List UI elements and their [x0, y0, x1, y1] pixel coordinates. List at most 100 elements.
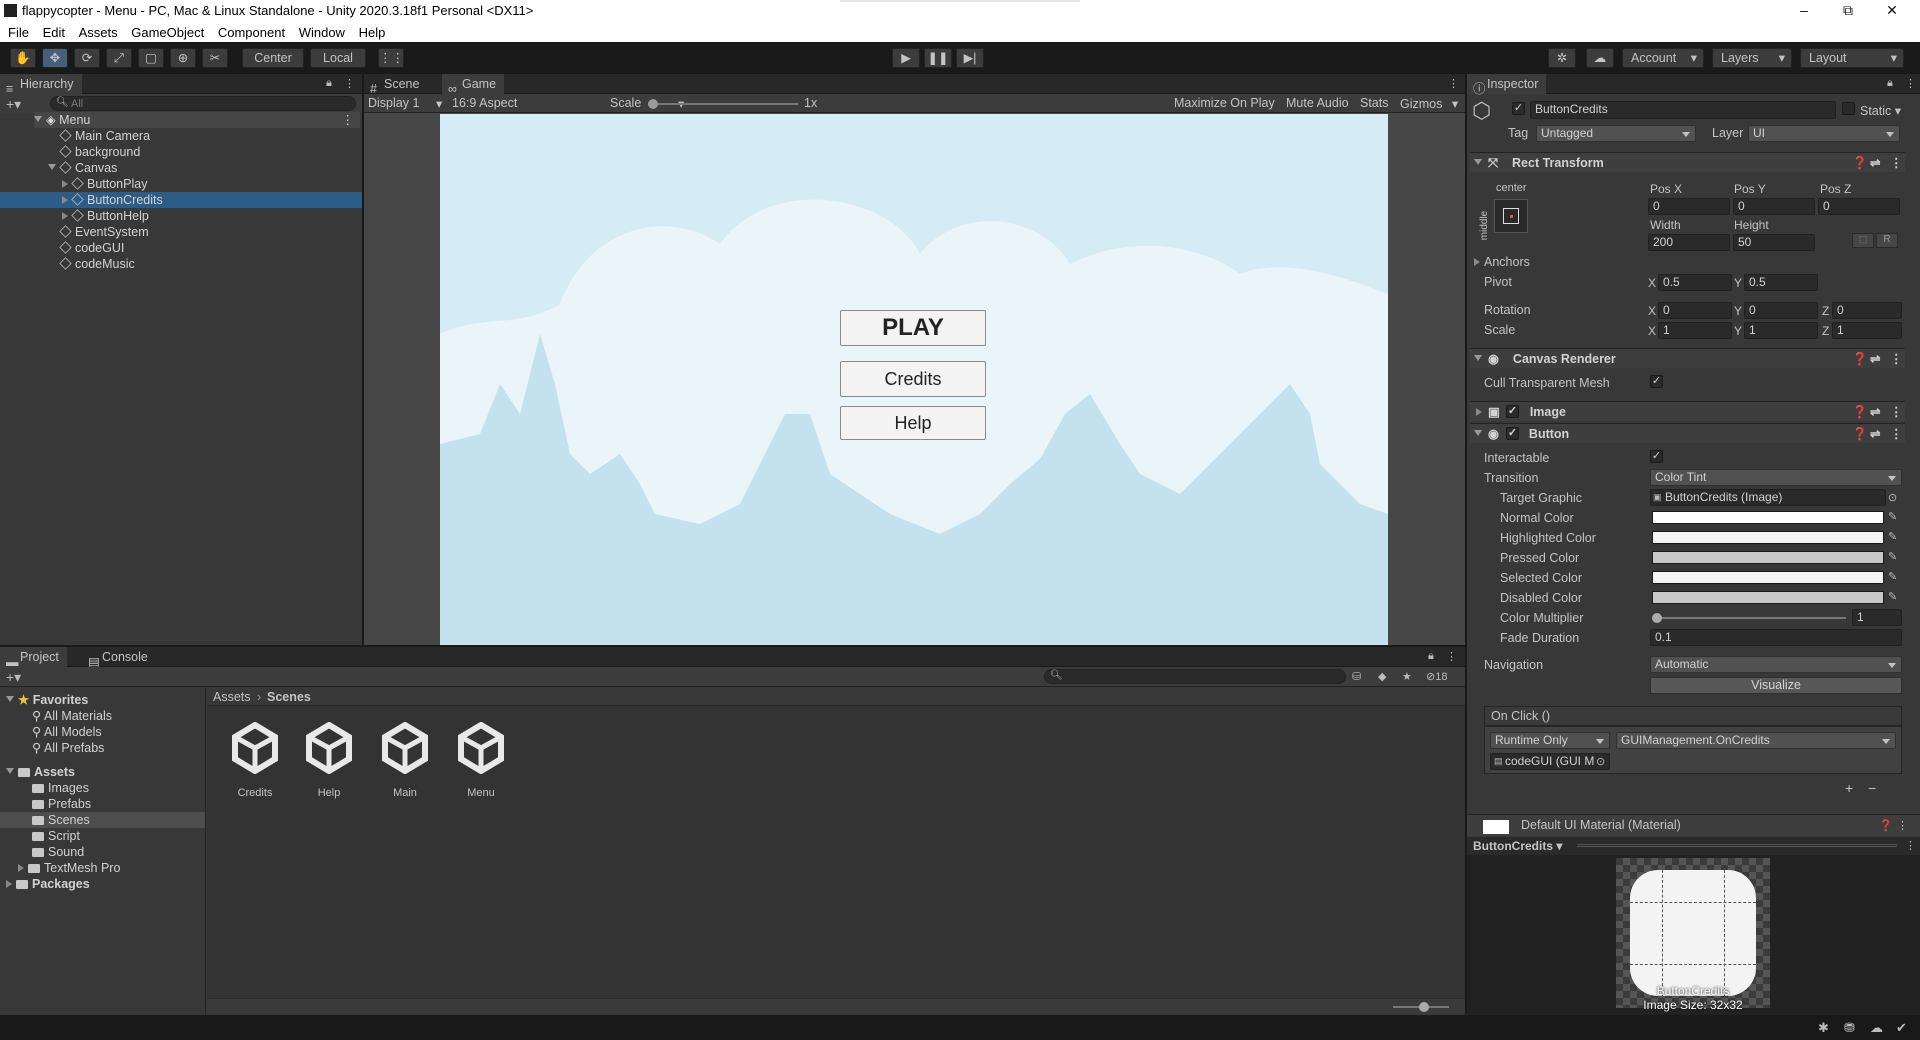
transform-tool-icon[interactable]: ⊕ [170, 48, 196, 68]
scene-asset[interactable]: Menu [450, 721, 512, 799]
hierarchy-scene-row[interactable]: ◈ Menu ⋮ [34, 112, 360, 128]
function-dropdown[interactable]: GUIManagement.OnCredits [1616, 732, 1896, 749]
kebab-menu-icon[interactable]: ⋮ [1890, 349, 1903, 369]
interactable-checkbox[interactable]: ✓ [1650, 450, 1663, 463]
eyedropper-icon[interactable]: ✎ [1888, 550, 1897, 563]
eyedropper-icon[interactable]: ✎ [1888, 530, 1897, 543]
help-icon[interactable]: ❓ [1852, 402, 1868, 422]
hierarchy-item[interactable]: background [59, 144, 140, 160]
menu-gameobject[interactable]: GameObject [123, 22, 204, 40]
multiplier-slider-knob[interactable] [1652, 613, 1662, 623]
hierarchy-item[interactable]: ButtonHelp [62, 208, 149, 224]
play-game-button[interactable]: PLAY [840, 310, 986, 346]
stats-toggle[interactable]: Stats [1360, 96, 1389, 110]
layout-dropdown[interactable]: Layout ▾ [1800, 48, 1904, 68]
aspect-dropdown[interactable]: 16:9 Aspect▾ [452, 96, 684, 111]
minimize-button[interactable]: – [1782, 0, 1826, 22]
credits-game-button[interactable]: Credits [840, 361, 986, 397]
layer-dropdown[interactable]: UI [1748, 125, 1900, 142]
cloud-icon[interactable]: ☁ [1586, 48, 1614, 68]
tree-item[interactable]: TextMesh Pro [18, 860, 120, 876]
lock-icon[interactable]: 🔒︎ [1887, 77, 1893, 90]
active-checkbox[interactable]: ✓ [1512, 102, 1525, 115]
anchor-preset-button[interactable] [1494, 199, 1528, 233]
rotate-tool-icon[interactable]: ⟳ [74, 48, 100, 68]
width-field[interactable]: 200 [1648, 234, 1730, 251]
help-icon[interactable]: ❓ [1852, 349, 1868, 369]
object-picker-icon[interactable]: ⊙ [1888, 491, 1897, 504]
close-button[interactable]: ✕ [1870, 0, 1914, 22]
pivot-y-field[interactable]: 0.5 [1744, 274, 1818, 291]
onclick-remove-button[interactable]: − [1868, 780, 1876, 796]
tree-item[interactable]: ⚲ All Models [32, 724, 102, 740]
disabled-color-swatch[interactable] [1652, 591, 1884, 604]
tree-item[interactable]: Sound [32, 844, 84, 860]
rot-y-field[interactable]: 0 [1744, 302, 1818, 319]
tree-item[interactable]: Prefabs [32, 796, 91, 812]
filter-label-icon[interactable]: ◆ [1378, 670, 1386, 683]
custom-tool-icon[interactable]: ✂ [202, 48, 228, 68]
button-component-header[interactable]: ◉ ✓ Button ❓ ⇌ ⋮ [1470, 423, 1905, 443]
layers-dropdown[interactable]: Layers ▾ [1712, 48, 1792, 68]
eyedropper-icon[interactable]: ✎ [1888, 590, 1897, 603]
hierarchy-item[interactable]: codeMusic [59, 256, 135, 272]
pause-button[interactable]: ❚❚ [924, 48, 952, 68]
kebab-menu-icon[interactable]: ⋮ [1905, 77, 1916, 90]
maximize-on-play-toggle[interactable]: Maximize On Play [1174, 96, 1275, 110]
canvas-renderer-header[interactable]: ◉ Canvas Renderer ❓ ⇌ ⋮ [1470, 348, 1905, 368]
grid-snap-icon[interactable]: ⋮⋮ [378, 48, 404, 68]
multiplier-field[interactable]: 1 [1852, 609, 1902, 626]
eyedropper-icon[interactable]: ✎ [1888, 570, 1897, 583]
kebab-menu-icon[interactable]: ⋮ [1905, 839, 1916, 852]
pivot-x-field[interactable]: 0.5 [1658, 274, 1732, 291]
runtime-dropdown[interactable]: Runtime Only [1490, 732, 1610, 749]
onclick-object-field[interactable]: codeGUI (GUI M [1490, 753, 1610, 770]
kebab-menu-icon[interactable]: ⋮ [344, 77, 355, 90]
add-icon[interactable]: +▾ [6, 669, 21, 686]
tab-game[interactable]: ∞ Game [442, 74, 505, 96]
help-icon[interactable]: ❓ [1879, 819, 1893, 832]
posz-field[interactable]: 0 [1818, 198, 1900, 215]
posy-field[interactable]: 0 [1733, 198, 1815, 215]
scene-asset[interactable]: Help [298, 721, 360, 799]
image-component-header[interactable]: ▣ ✓ Image ❓ ⇌ ⋮ [1470, 401, 1905, 421]
tag-dropdown[interactable]: Untagged [1536, 125, 1696, 142]
hierarchy-item[interactable]: codeGUI [59, 240, 124, 256]
static-checkbox[interactable] [1842, 102, 1855, 115]
breadcrumb-assets[interactable]: Assets [213, 690, 251, 704]
rect-tool-icon[interactable]: ▢ [138, 48, 164, 68]
menu-file[interactable]: File [0, 22, 29, 40]
filter-type-icon[interactable]: ⛁ [1352, 670, 1361, 683]
rot-x-field[interactable]: 0 [1658, 302, 1732, 319]
hand-tool-icon[interactable]: ✋ [10, 48, 36, 68]
hidden-count[interactable]: ⊘18 [1426, 670, 1447, 683]
hierarchy-item-selected[interactable]: ButtonCredits [0, 192, 362, 208]
kebab-menu-icon[interactable]: ⋮ [1890, 424, 1903, 444]
favorite-star-icon[interactable]: ★ [1402, 670, 1412, 683]
lock-icon[interactable]: 🔒︎ [1428, 650, 1434, 663]
highlighted-color-swatch[interactable] [1652, 531, 1884, 544]
account-dropdown[interactable]: Account ▾ [1622, 48, 1704, 68]
tab-console[interactable]: ▤ Console [82, 647, 156, 669]
anchors-foldout[interactable]: Anchors [1474, 255, 1530, 269]
scale-y-field[interactable]: 1 [1744, 322, 1818, 339]
check-circle-icon[interactable]: ✔ [1896, 1020, 1907, 1036]
scene-asset[interactable]: Main [374, 721, 436, 799]
pressed-color-swatch[interactable] [1652, 551, 1884, 564]
posx-field[interactable]: 0 [1648, 198, 1730, 215]
help-game-button[interactable]: Help [840, 406, 986, 440]
zoom-slider-knob[interactable] [1419, 1002, 1429, 1012]
move-tool-icon[interactable]: ✥ [42, 48, 68, 68]
tree-favorites[interactable]: ★ Favorites [6, 692, 88, 708]
cull-checkbox[interactable]: ✓ [1650, 375, 1663, 388]
menu-component[interactable]: Component [210, 22, 285, 40]
tree-assets[interactable]: Assets [6, 764, 75, 780]
preset-icon[interactable]: ⇌ [1870, 402, 1880, 422]
fade-duration-field[interactable]: 0.1 [1650, 629, 1902, 646]
preview-dropdown[interactable]: ButtonCredits ▾ [1473, 839, 1562, 853]
height-field[interactable]: 50 [1733, 234, 1815, 251]
play-button[interactable]: ▶ [892, 48, 920, 68]
tree-item[interactable]: Images [32, 780, 89, 796]
tree-item[interactable]: ⚲ All Prefabs [32, 740, 104, 756]
add-icon[interactable]: +▾ [6, 96, 21, 113]
